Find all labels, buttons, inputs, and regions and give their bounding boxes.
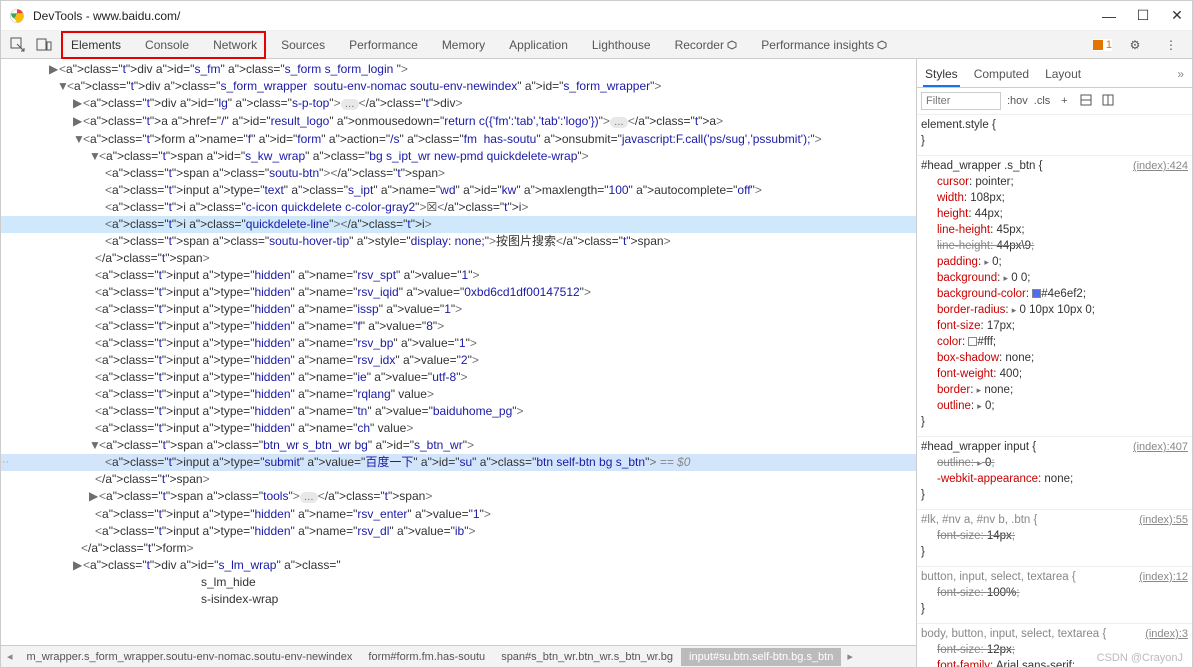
- styles-tabs: Styles Computed Layout »: [917, 59, 1192, 88]
- more-icon[interactable]: ⋮: [1158, 32, 1184, 58]
- style-panel-icon[interactable]: [1078, 94, 1094, 109]
- filter-input[interactable]: [921, 92, 1001, 110]
- side-tab-layout[interactable]: Layout: [1043, 63, 1083, 87]
- crumb-item[interactable]: span#s_btn_wr.btn_wr.s_btn_wr.bg: [493, 648, 681, 666]
- breadcrumb[interactable]: ◂ m_wrapper.s_form_wrapper.soutu-env-nom…: [1, 645, 916, 667]
- maximize-button[interactable]: ☐: [1136, 9, 1150, 23]
- devtools-toolbar: Elements Console Network Sources Perform…: [1, 31, 1192, 59]
- tab-console[interactable]: Console: [133, 32, 201, 58]
- inspect-icon[interactable]: [5, 32, 31, 58]
- window-title: DevTools - www.baidu.com/: [33, 9, 1102, 23]
- tab-sources[interactable]: Sources: [269, 32, 337, 58]
- tab-performance[interactable]: Performance: [337, 32, 430, 58]
- dom-tree[interactable]: ▶<a">class="t">div a">id="s_fm" a">class…: [1, 59, 916, 645]
- new-style-icon[interactable]: +: [1056, 95, 1072, 107]
- tab-recorder[interactable]: Recorder: [663, 32, 750, 58]
- computed-panel-icon[interactable]: [1100, 94, 1116, 109]
- tab-network[interactable]: Network: [201, 32, 269, 58]
- tab-performance-insights[interactable]: Performance insights: [749, 32, 899, 58]
- tab-memory[interactable]: Memory: [430, 32, 497, 58]
- crumb-next-icon[interactable]: ▸: [841, 650, 859, 663]
- styles-filter-row: :hov .cls +: [917, 88, 1192, 115]
- crumb-item[interactable]: form#form.fm.has-soutu: [360, 648, 493, 666]
- close-button[interactable]: ✕: [1170, 9, 1184, 23]
- minimize-button[interactable]: —: [1102, 9, 1116, 23]
- watermark-text: CSDN @CrayonJ: [1097, 652, 1183, 664]
- device-icon[interactable]: [31, 32, 57, 58]
- side-tab-computed[interactable]: Computed: [972, 63, 1031, 87]
- crumb-item-selected[interactable]: input#su.btn.self-btn.bg.s_btn: [681, 648, 841, 666]
- side-tab-more-icon[interactable]: »: [1175, 63, 1186, 87]
- chrome-icon: [9, 8, 25, 24]
- hov-toggle[interactable]: :hov: [1007, 95, 1028, 107]
- tab-elements[interactable]: Elements: [59, 32, 133, 58]
- crumb-item[interactable]: m_wrapper.s_form_wrapper.soutu-env-nomac…: [19, 648, 361, 666]
- gear-icon[interactable]: ⚙: [1122, 32, 1148, 58]
- tab-application[interactable]: Application: [497, 32, 580, 58]
- issues-badge[interactable]: 1: [1093, 39, 1112, 51]
- cls-toggle[interactable]: .cls: [1034, 95, 1051, 107]
- tab-lighthouse[interactable]: Lighthouse: [580, 32, 663, 58]
- window-titlebar: DevTools - www.baidu.com/ — ☐ ✕: [1, 1, 1192, 31]
- crumb-prev-icon[interactable]: ◂: [1, 650, 19, 663]
- side-tab-styles[interactable]: Styles: [923, 63, 960, 87]
- styles-list[interactable]: element.style {} #head_wrapper .s_btn {(…: [917, 115, 1192, 667]
